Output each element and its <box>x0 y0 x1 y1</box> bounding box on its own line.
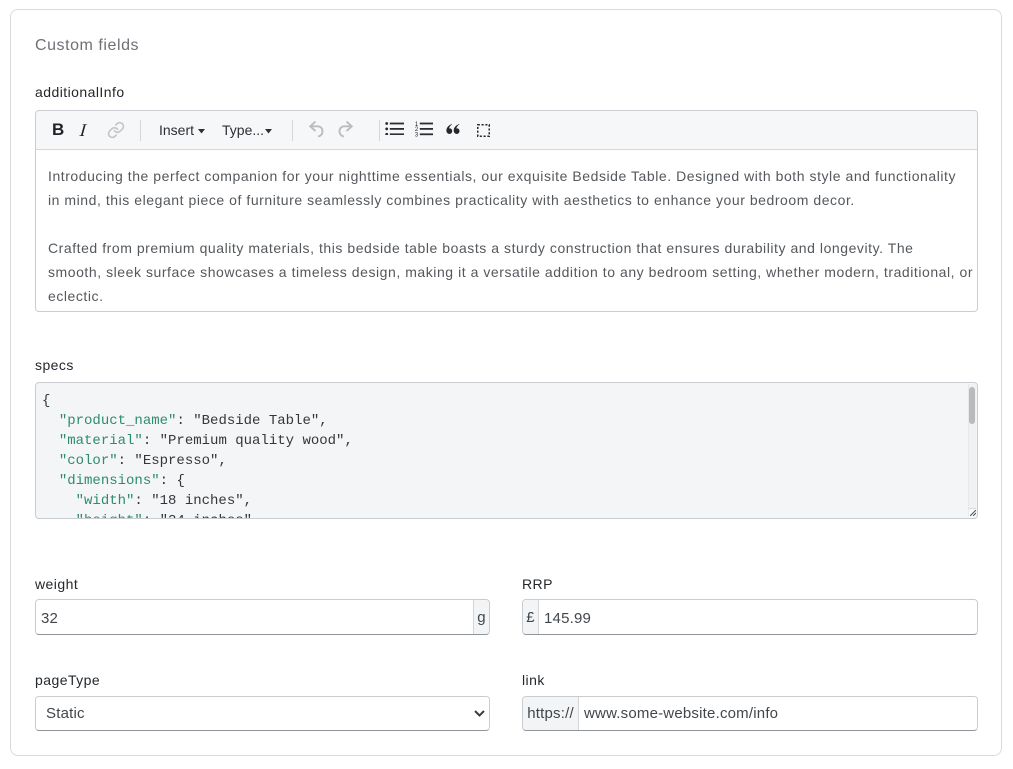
svg-text:3: 3 <box>415 133 419 139</box>
